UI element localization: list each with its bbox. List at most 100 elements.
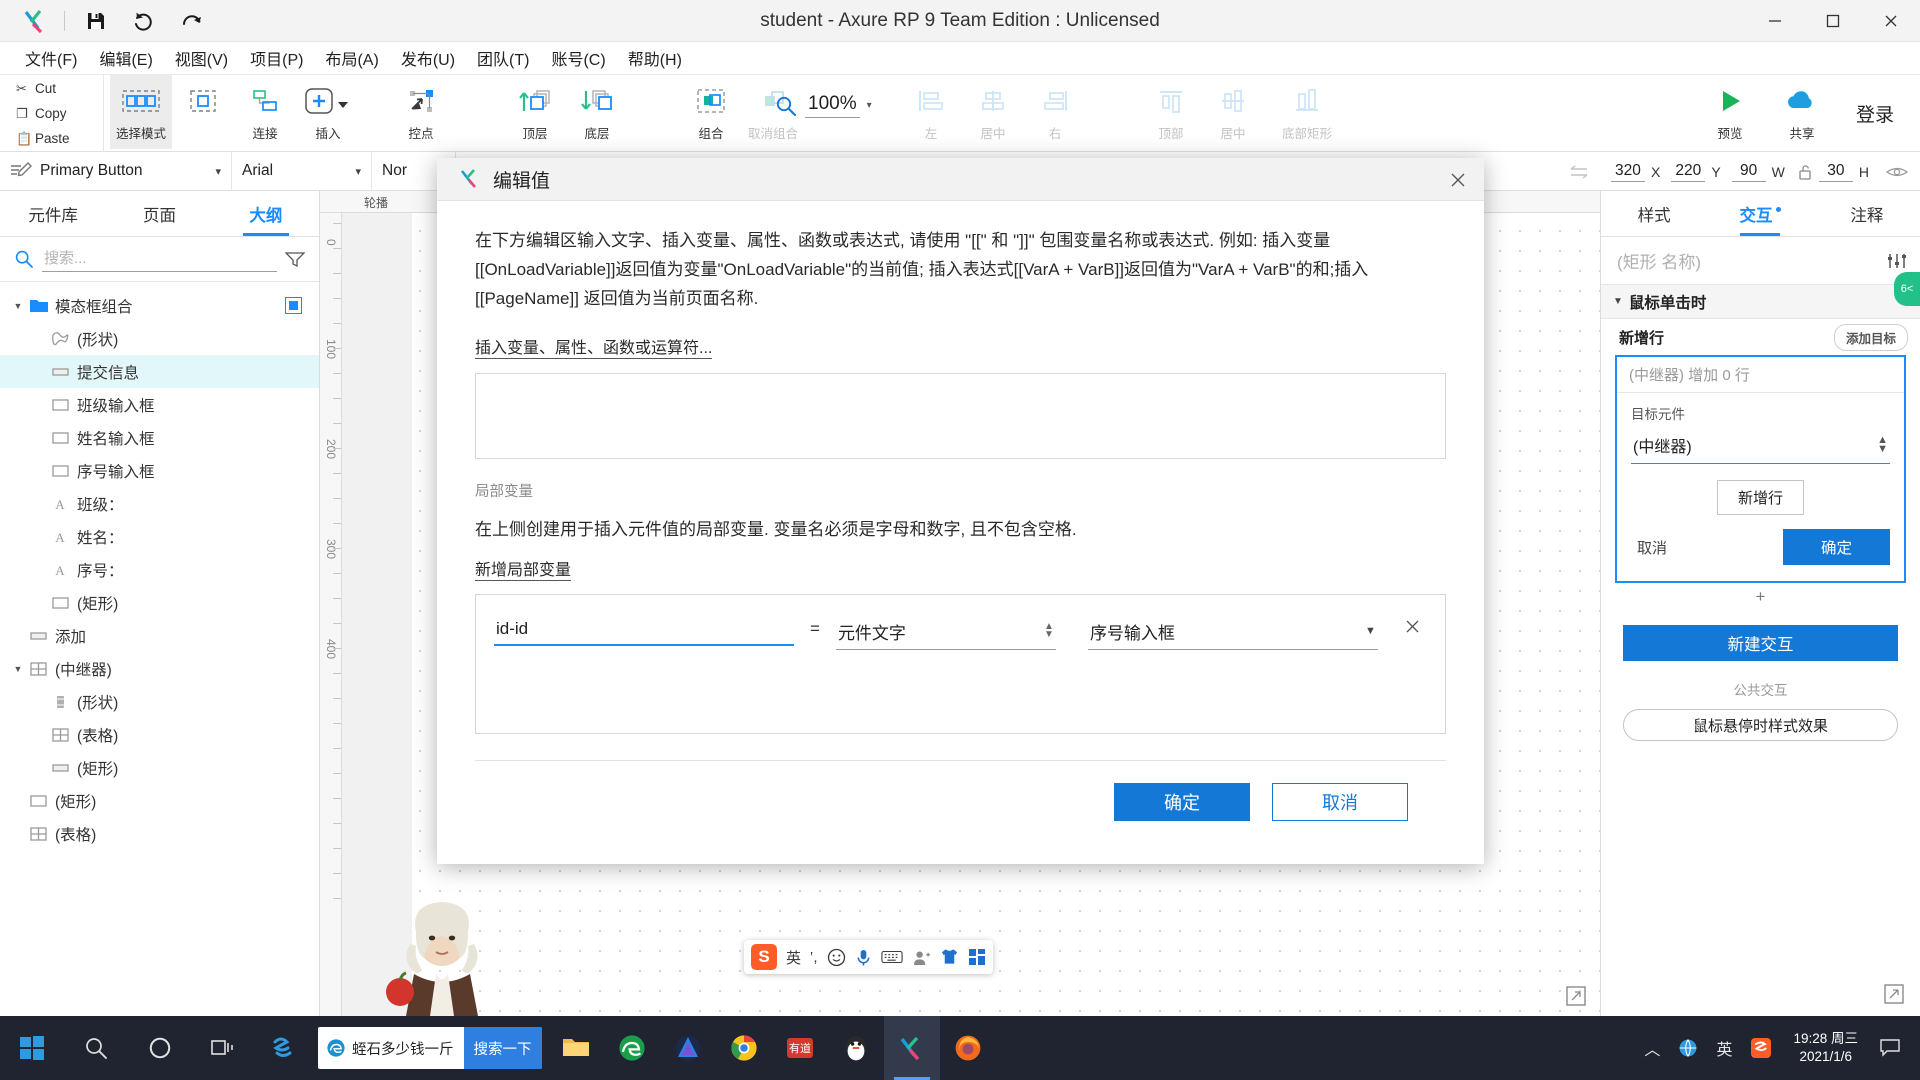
tree-item-1[interactable]: ▼(形状) — [0, 322, 319, 355]
taskbar-app-firefox-dev[interactable] — [660, 1016, 716, 1080]
menu-item-4[interactable]: 布局(A) — [314, 42, 389, 74]
w-field[interactable]: 90 W — [1731, 162, 1794, 182]
tree-item-13[interactable]: ▼(表格) — [0, 718, 319, 751]
value-editor-textarea[interactable] — [475, 372, 1446, 459]
align-top-button[interactable]: 顶部 — [1140, 75, 1202, 149]
taskbar-app-qq[interactable] — [828, 1016, 884, 1080]
mic-icon[interactable] — [855, 948, 872, 967]
add-local-variable-link[interactable]: 新增局部变量 — [475, 556, 572, 581]
keyboard-icon[interactable] — [880, 949, 903, 965]
taskbar-app-chrome[interactable] — [716, 1016, 772, 1080]
dialog-ok-button[interactable]: 确定 — [1114, 782, 1250, 821]
maximize-icon[interactable] — [1804, 0, 1862, 42]
align-left-button[interactable]: 左 — [900, 75, 962, 149]
hover-style-button[interactable]: 鼠标悬停时样式效果 — [1623, 709, 1898, 741]
element-name-field[interactable]: (矩形 名称) — [1601, 237, 1920, 285]
remove-variable-icon[interactable] — [1404, 617, 1421, 635]
menu-item-3[interactable]: 项目(P) — [239, 42, 314, 74]
variable-name-input[interactable] — [494, 616, 794, 646]
cut-button[interactable]: ✂ Cut — [0, 76, 103, 101]
left-tab-2[interactable]: 大纲 — [213, 191, 319, 236]
h-field[interactable]: 30 H — [1818, 162, 1878, 182]
user-icon[interactable] — [912, 949, 931, 966]
preview-button[interactable]: 预览 — [1694, 75, 1766, 149]
chevron-down-icon[interactable]: ▼ — [10, 664, 26, 674]
quote-icon[interactable]: ‛, — [810, 949, 818, 966]
taskbar-app-axure[interactable] — [883, 1016, 940, 1080]
apps-icon[interactable] — [968, 948, 986, 966]
task-view-icon[interactable] — [192, 1016, 256, 1080]
align-center-button[interactable]: 居中 — [962, 75, 1024, 149]
filter-icon[interactable] — [285, 250, 305, 268]
taskbar-app-sogou[interactable] — [256, 1016, 312, 1080]
close-icon[interactable] — [1862, 0, 1920, 42]
bring-front-button[interactable]: 顶层 — [504, 75, 566, 149]
tree-item-11[interactable]: ▼ (中继器) — [0, 652, 319, 685]
tree-item-5[interactable]: ▼序号输入框 — [0, 454, 319, 487]
select-mode-button[interactable]: 选择模式 — [110, 75, 172, 149]
clock[interactable]: 19:28 周三 2021/1/6 — [1781, 1030, 1870, 1066]
tree-item-8[interactable]: ▼A序号： — [0, 553, 319, 586]
tree-item-4[interactable]: ▼姓名输入框 — [0, 421, 319, 454]
tree-item-15[interactable]: ▼(矩形) — [0, 784, 319, 817]
new-interaction-button[interactable]: 新建交互 — [1623, 625, 1898, 661]
share-button[interactable]: 共享 — [1766, 75, 1838, 149]
x-field[interactable]: 320 X — [1610, 162, 1669, 182]
style-selector[interactable]: Primary Button ▾ — [0, 151, 232, 191]
right-tab-2[interactable]: 注释 — [1814, 191, 1920, 236]
globe-icon[interactable] — [1669, 1038, 1707, 1058]
handle-point-button[interactable]: 控点 — [390, 75, 452, 149]
save-icon[interactable] — [79, 4, 113, 38]
tree-item-10[interactable]: ▼添加 — [0, 619, 319, 652]
minimize-icon[interactable] — [1746, 0, 1804, 42]
y-field[interactable]: 220 Y — [1671, 162, 1729, 182]
expand-icon[interactable] — [1566, 986, 1586, 1006]
insert-button[interactable]: 插入 — [288, 75, 368, 149]
search-input[interactable] — [42, 246, 277, 272]
variable-target-select[interactable]: 序号输入框 ▼ — [1087, 617, 1378, 650]
config-cancel-button[interactable]: 取消 — [1633, 537, 1667, 558]
menu-item-8[interactable]: 帮助(H) — [617, 42, 693, 74]
taskbar-app-edge[interactable] — [604, 1016, 660, 1080]
zoom-control[interactable]: 100% ▾ — [775, 93, 872, 118]
cortana-circle-icon[interactable] — [128, 1016, 192, 1080]
menu-item-2[interactable]: 视图(V) — [164, 42, 239, 74]
ime-lang-label[interactable]: 英 — [786, 947, 801, 968]
tree-item-2[interactable]: ▼提交信息 — [0, 355, 319, 388]
login-button[interactable]: 登录 — [1838, 75, 1920, 152]
variable-property-select[interactable]: 元件文字 ▲ ▼ — [835, 617, 1056, 650]
taskbar-search-button[interactable]: 搜索一下 — [463, 1027, 542, 1069]
left-tab-1[interactable]: 页面 — [106, 191, 212, 236]
tree-item-16[interactable]: ▼(表格) — [0, 817, 319, 850]
lock-open-icon[interactable] — [1798, 163, 1813, 181]
swap-field[interactable] — [1567, 163, 1593, 181]
menu-item-5[interactable]: 发布(U) — [390, 42, 466, 74]
tree-item-12[interactable]: ▼(形状) — [0, 685, 319, 718]
chevron-down-icon[interactable]: ▼ — [10, 301, 26, 311]
shirt-icon[interactable] — [940, 948, 959, 966]
menu-item-0[interactable]: 文件(F) — [14, 42, 88, 74]
taskbar-app-youdao[interactable]: 有道 — [772, 1016, 828, 1080]
taskbar-search-box[interactable]: 蛭石多少钱一斤 搜索一下 — [318, 1027, 542, 1069]
left-tab-0[interactable]: 元件库 — [0, 191, 106, 236]
undo-icon[interactable] — [127, 4, 161, 38]
add-row-button[interactable]: 新增行 — [1716, 480, 1804, 515]
sliders-icon[interactable] — [1886, 251, 1908, 271]
tree-item-0[interactable]: ▼ 模态框组合 — [0, 289, 319, 322]
interaction-section-header[interactable]: ▼ 鼠标单击时 — [1601, 285, 1920, 319]
copy-button[interactable]: ❐ Copy — [0, 101, 103, 126]
ime-indicator[interactable]: 英 — [1707, 1036, 1741, 1060]
menu-item-7[interactable]: 账号(C) — [540, 42, 616, 74]
taskbar-app-firefox[interactable] — [940, 1016, 996, 1080]
ime-toolbar[interactable]: S 英 ‛, — [744, 940, 993, 974]
align-bottom-button[interactable]: 底部矩形 — [1264, 75, 1350, 149]
tree-item-3[interactable]: ▼班级输入框 — [0, 388, 319, 421]
expand-icon[interactable] — [1884, 984, 1904, 1004]
taskbar-app-explorer[interactable] — [548, 1016, 604, 1080]
search-icon[interactable] — [64, 1016, 128, 1080]
page-tab[interactable]: 轮播 — [342, 191, 410, 213]
feedback-handle[interactable]: 6< — [1894, 272, 1920, 306]
tree-item-badge[interactable] — [285, 297, 302, 314]
add-target-button[interactable]: 添加目标 — [1833, 323, 1908, 351]
dialog-cancel-button[interactable]: 取消 — [1272, 782, 1408, 821]
